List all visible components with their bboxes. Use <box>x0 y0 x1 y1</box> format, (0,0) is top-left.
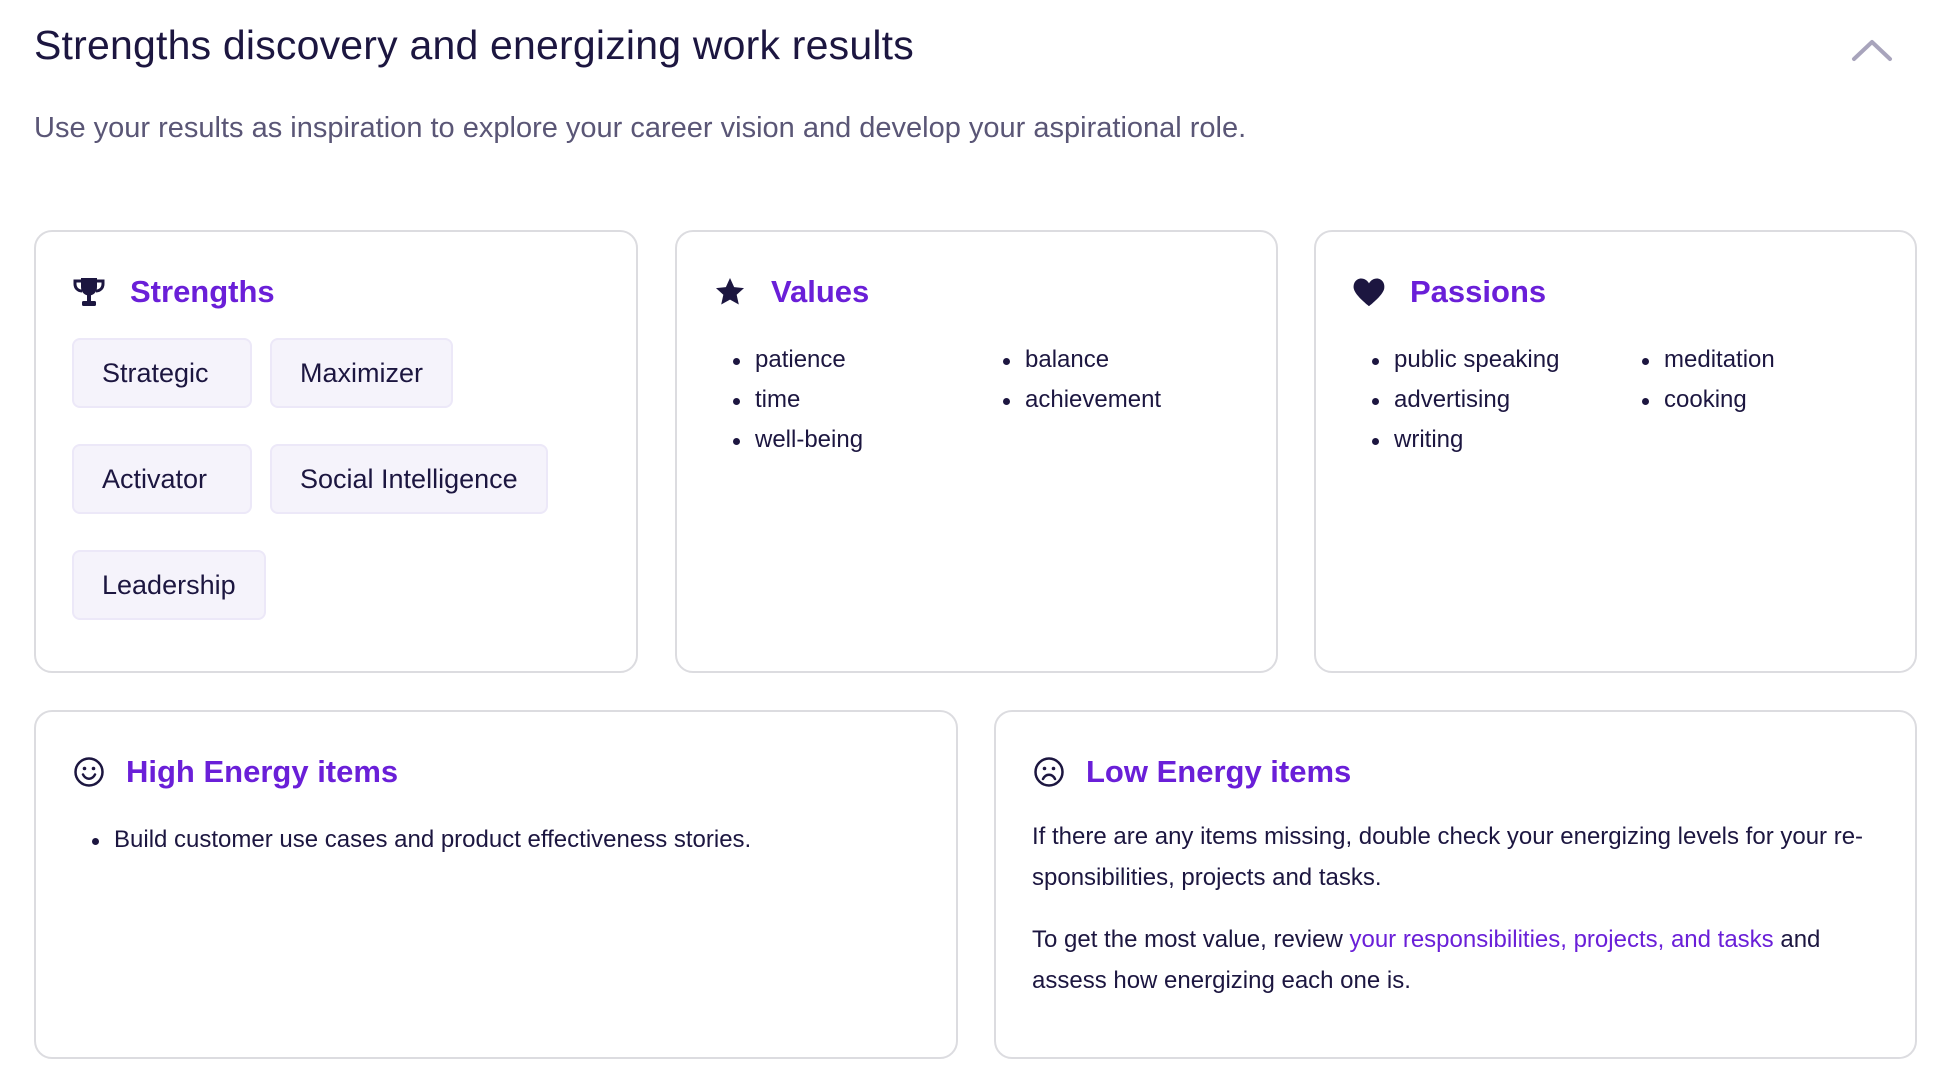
value-item: balance <box>1003 340 1273 380</box>
strengths-card: Strengths Strategic Maximizer Activator … <box>34 230 638 673</box>
heart-icon <box>1352 275 1386 309</box>
strength-chip[interactable]: Social Intelligence <box>270 444 548 514</box>
responsibilities-link[interactable]: your responsibilities, projects, and tas… <box>1349 926 1773 953</box>
value-item: patience <box>733 340 1003 380</box>
frown-icon <box>1032 755 1066 789</box>
strength-chip[interactable]: Maximizer <box>270 338 454 408</box>
high-energy-card: High Energy items Build customer use cas… <box>34 710 958 1059</box>
strength-chip[interactable]: Strategic <box>72 338 252 408</box>
passions-card: Passions public speaking advertising wri… <box>1314 230 1917 673</box>
page-subtitle: Use your results as inspiration to explo… <box>34 112 1247 144</box>
low-energy-header: Low Energy items <box>1032 754 1351 790</box>
star-icon <box>713 275 747 309</box>
strength-chip[interactable]: Leadership <box>72 550 266 620</box>
passions-list: public speaking advertising writing medi… <box>1372 340 1912 460</box>
passion-item: public speaking <box>1372 340 1642 380</box>
value-item: achievement <box>1003 380 1273 420</box>
low-energy-paragraph: To get the most value, review your respo… <box>1032 919 1892 1001</box>
strengths-header: Strengths <box>72 274 275 310</box>
passion-item: writing <box>1372 420 1642 460</box>
strength-chip[interactable]: Activator <box>72 444 252 514</box>
passions-title: Passions <box>1410 274 1547 309</box>
paragraph-text: To get the most value, review <box>1032 926 1350 953</box>
trophy-icon <box>72 275 106 309</box>
high-energy-title: High Energy items <box>126 754 399 789</box>
passion-item: advertising <box>1372 380 1642 420</box>
passion-item: meditation <box>1642 340 1912 380</box>
collapse-button[interactable] <box>1848 34 1896 66</box>
high-energy-item: Build customer use cases and product eff… <box>92 820 751 860</box>
low-energy-title: Low Energy items <box>1086 754 1352 789</box>
strengths-title: Strengths <box>130 274 275 309</box>
value-item: time <box>733 380 1003 420</box>
strengths-chip-list: Strategic Maximizer Activator Social Int… <box>72 338 592 656</box>
passions-header: Passions <box>1352 274 1546 310</box>
low-energy-text: If there are any items missing, double c… <box>1032 816 1892 1022</box>
chevron-up-icon <box>1852 40 1892 61</box>
values-list: patience time well-being balance achieve… <box>733 340 1273 460</box>
low-energy-card: Low Energy items If there are any items … <box>994 710 1917 1059</box>
values-title: Values <box>771 274 870 309</box>
high-energy-list: Build customer use cases and product eff… <box>92 820 751 860</box>
value-item: well-being <box>733 420 1003 460</box>
passion-item: cooking <box>1642 380 1912 420</box>
low-energy-paragraph: If there are any items missing, double c… <box>1032 823 1864 891</box>
page-title: Strengths discovery and energizing work … <box>34 22 914 68</box>
values-header: Values <box>713 274 869 310</box>
values-card: Values patience time well-being balance … <box>675 230 1278 673</box>
smile-icon <box>72 755 106 789</box>
high-energy-header: High Energy items <box>72 754 398 790</box>
